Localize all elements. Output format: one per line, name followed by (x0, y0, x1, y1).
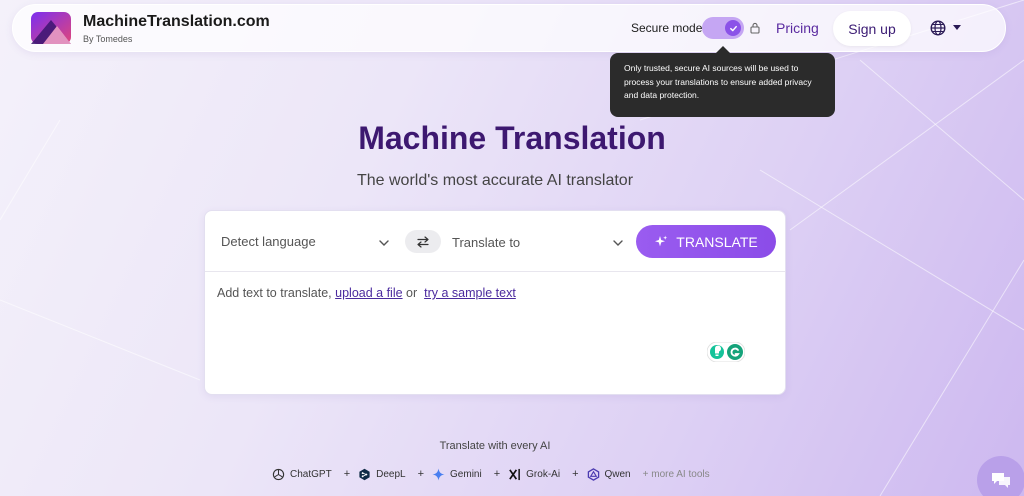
swap-arrows-icon (417, 235, 429, 248)
page-subtitle: The world's most accurate AI translator (356, 172, 634, 189)
input-prompt-text: Add text to translate, (217, 286, 332, 300)
qwen-icon (587, 467, 599, 481)
pricing-link[interactable]: Pricing (776, 20, 819, 36)
ai-tool-gemini: Gemini (432, 467, 482, 481)
ai-tool-qwen: Qwen (587, 467, 631, 481)
grammarly-icon[interactable] (707, 342, 745, 362)
ai-tool-name: Grok-Ai (526, 468, 561, 480)
chat-bubble-icon (992, 473, 1010, 488)
more-ai-tools-link[interactable]: + more AI tools (643, 469, 710, 480)
ai-tool-deepl: DeepL (358, 468, 406, 481)
plus-separator: + (343, 468, 351, 480)
lock-icon (750, 22, 760, 34)
chat-support-button[interactable] (977, 456, 1024, 496)
ai-tool-grok: Grok-Ai (508, 468, 560, 481)
plus-separator: + (572, 468, 579, 480)
secure-mode-toggle[interactable] (702, 17, 744, 39)
sample-text-link[interactable]: try a sample text (424, 286, 516, 300)
signup-button[interactable]: Sign up (833, 11, 911, 46)
ai-tools-list: ChatGPT + DeepL + Gemini + Grok-Ai + Qwe… (272, 466, 710, 482)
translate-button[interactable]: TRANSLATE (636, 225, 776, 258)
secure-mode-label: Secure mode (631, 21, 703, 35)
tooltip-arrow (716, 46, 730, 53)
brand-name[interactable]: MachineTranslation.com (83, 13, 270, 31)
ai-tool-name: Qwen (604, 468, 631, 480)
deepl-icon (359, 468, 370, 480)
source-language-label: Detect language (221, 234, 316, 249)
target-language-label: Translate to (452, 235, 521, 250)
ai-tool-name: ChatGPT (290, 468, 332, 480)
ai-tool-name: DeepL (376, 468, 406, 480)
upload-file-link[interactable]: upload a file (335, 286, 402, 300)
target-language-select[interactable]: Translate to (452, 232, 627, 252)
grok-icon (509, 468, 521, 480)
plus-separator: + (493, 468, 501, 480)
translator-card: Detect language Translate to TRANSLATE A… (204, 210, 786, 395)
globe-icon[interactable] (930, 20, 946, 36)
swap-languages-button[interactable] (405, 230, 441, 253)
translator-toolbar: Detect language Translate to TRANSLATE (205, 211, 785, 272)
chevron-down-icon (379, 240, 389, 246)
toggle-knob (725, 20, 741, 36)
plus-separator: + (417, 468, 425, 480)
machinetranslation-logo-icon[interactable] (31, 12, 71, 44)
gemini-icon (432, 467, 445, 481)
sparkle-icon (655, 235, 668, 246)
page-title: Machine Translation (358, 120, 666, 156)
ai-tools-title: Translate with every AI (439, 440, 551, 452)
or-text: or (406, 286, 418, 300)
chatgpt-icon (272, 468, 285, 480)
tooltip-text: Only trusted, secure AI sources will be … (624, 63, 812, 100)
source-language-select[interactable]: Detect language (221, 232, 401, 252)
translate-button-label: TRANSLATE (676, 233, 758, 250)
source-text-input[interactable]: Add text to translate, upload a file or … (217, 286, 516, 300)
ai-tool-name: Gemini (450, 468, 482, 480)
chevron-down-icon (613, 240, 623, 246)
chevron-down-icon[interactable] (953, 25, 961, 31)
secure-mode-tooltip: Only trusted, secure AI sources will be … (610, 53, 835, 117)
brand-subtitle: By Tomedes (83, 34, 133, 44)
ai-tool-chatgpt: ChatGPT (272, 468, 332, 481)
check-icon (729, 25, 737, 31)
top-navbar: MachineTranslation.com By Tomedes Secure… (12, 4, 1006, 52)
